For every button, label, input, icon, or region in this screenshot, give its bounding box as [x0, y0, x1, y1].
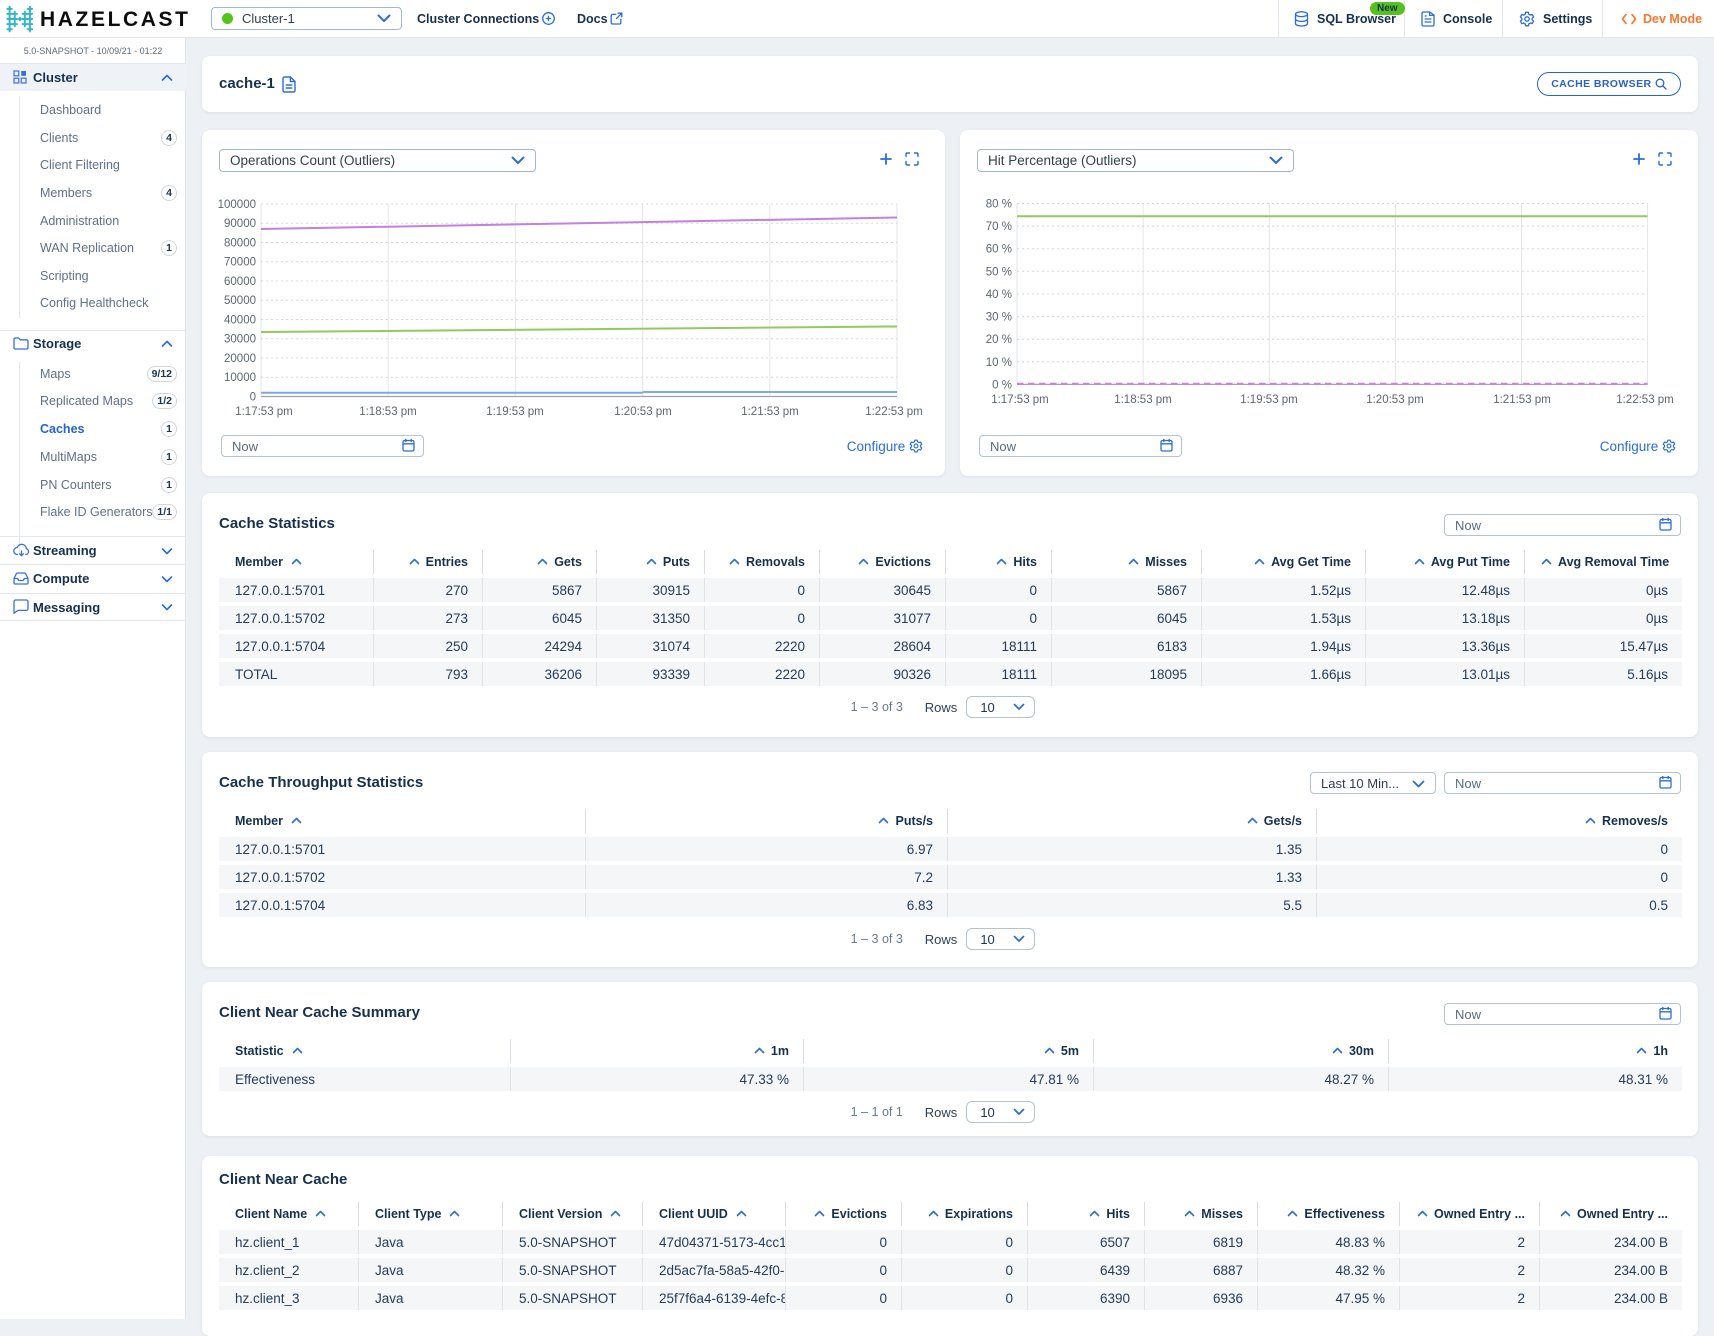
svg-text:20 %: 20 %: [986, 334, 1012, 346]
svg-text:60 %: 60 %: [986, 244, 1012, 256]
svg-text:1:19:53 pm: 1:19:53 pm: [486, 406, 544, 418]
svg-text:1:19:53 pm: 1:19:53 pm: [1240, 394, 1298, 406]
svg-text:0: 0: [250, 392, 256, 404]
svg-text:50 %: 50 %: [986, 266, 1012, 278]
svg-text:30 %: 30 %: [986, 312, 1012, 324]
svg-text:90000: 90000: [224, 218, 256, 230]
svg-text:10 %: 10 %: [986, 357, 1012, 369]
svg-text:10000: 10000: [224, 372, 256, 384]
svg-text:1:20:53 pm: 1:20:53 pm: [614, 406, 672, 418]
svg-text:40000: 40000: [224, 315, 256, 327]
svg-text:20000: 20000: [224, 353, 256, 365]
svg-text:70 %: 70 %: [986, 221, 1012, 233]
svg-text:0 %: 0 %: [992, 379, 1012, 391]
svg-text:80 %: 80 %: [986, 199, 1012, 211]
svg-text:1:21:53 pm: 1:21:53 pm: [741, 406, 799, 418]
svg-text:1:22:53 pm: 1:22:53 pm: [865, 406, 923, 418]
svg-text:1:22:53 pm: 1:22:53 pm: [1616, 394, 1674, 406]
svg-text:100000: 100000: [218, 199, 256, 211]
svg-text:50000: 50000: [224, 295, 256, 307]
svg-text:30000: 30000: [224, 334, 256, 346]
svg-text:1:17:53 pm: 1:17:53 pm: [235, 406, 293, 418]
svg-text:1:18:53 pm: 1:18:53 pm: [359, 406, 417, 418]
svg-text:40 %: 40 %: [986, 289, 1012, 301]
svg-text:70000: 70000: [224, 257, 256, 269]
svg-text:1:20:53 pm: 1:20:53 pm: [1366, 394, 1424, 406]
svg-text:1:21:53 pm: 1:21:53 pm: [1493, 394, 1551, 406]
svg-text:60000: 60000: [224, 276, 256, 288]
svg-text:1:17:53 pm: 1:17:53 pm: [991, 394, 1049, 406]
svg-text:80000: 80000: [224, 238, 256, 250]
svg-text:1:18:53 pm: 1:18:53 pm: [1114, 394, 1172, 406]
